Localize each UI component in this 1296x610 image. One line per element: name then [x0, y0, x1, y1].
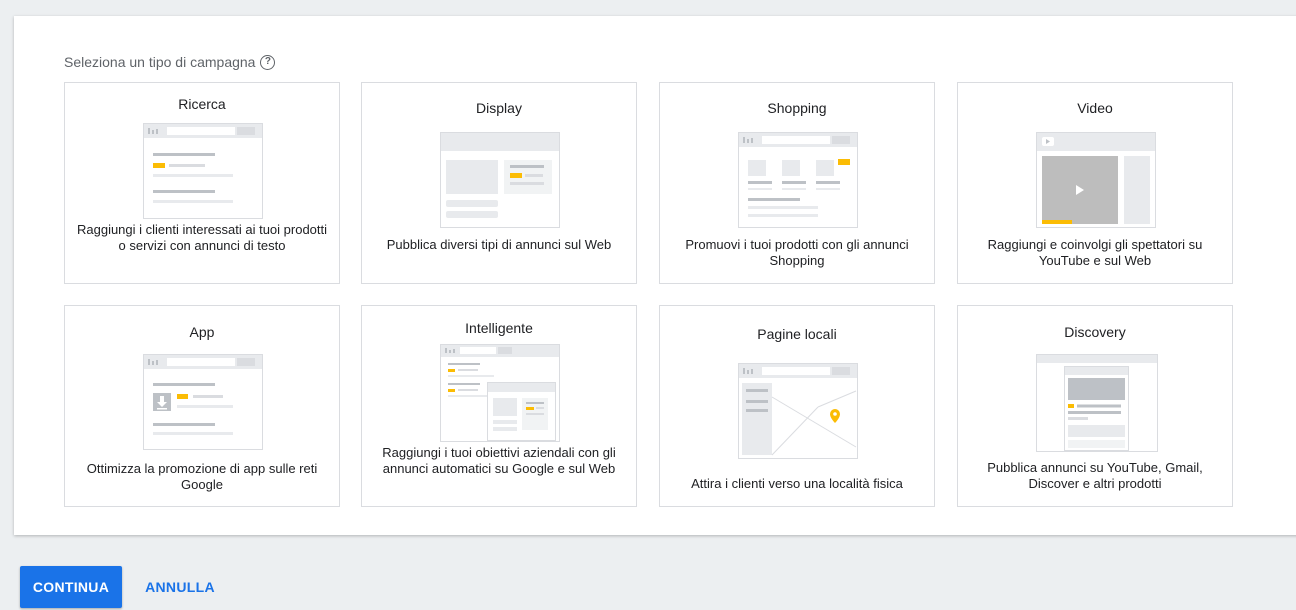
card-description: Promuovi i tuoi prodotti con gli annunci… — [685, 237, 909, 268]
card-title: Ricerca — [178, 96, 226, 112]
card-description: Raggiungi e coinvolgi gli spettatori su … — [987, 237, 1203, 268]
help-circle-icon[interactable]: ? — [260, 54, 276, 70]
card-title: Video — [1077, 100, 1113, 116]
shopping-preview-icon — [738, 132, 858, 228]
cancel-button[interactable]: ANNULLA — [134, 566, 226, 608]
card-description: Raggiungi i tuoi obiettivi aziendali con… — [382, 445, 616, 476]
display-preview-icon — [440, 132, 560, 228]
card-description: Pubblica diversi tipi di annunci sul Web — [386, 237, 612, 252]
continue-button[interactable]: CONTINUA — [20, 566, 122, 608]
heading-text: Seleziona un tipo di campagna — [64, 54, 256, 70]
campaign-card-pagine-locali[interactable]: Pagine locali Attira i clienti verso una… — [659, 305, 935, 507]
campaign-card-ricerca[interactable]: Ricerca Raggiungi i clienti interessati … — [64, 82, 340, 284]
campaign-card-discovery[interactable]: Discovery Pubblica annunci su YouTube, G… — [957, 305, 1233, 507]
card-title: Display — [476, 100, 522, 116]
app-preview-icon — [143, 354, 263, 450]
card-description: Attira i clienti verso una località fisi… — [691, 476, 903, 491]
campaign-card-intelligente[interactable]: Intelligente Raggiungi i tuoi obiettivi … — [361, 305, 637, 507]
campaign-card-video[interactable]: Video Raggiungi e coinvolgi gli spettato… — [957, 82, 1233, 284]
campaign-card-app[interactable]: App Ottimizza la promozione di app sulle… — [64, 305, 340, 507]
card-description: Raggiungi i clienti interessati ai tuoi … — [76, 222, 328, 253]
card-title: Intelligente — [465, 320, 533, 336]
video-preview-icon — [1036, 132, 1156, 228]
card-description: Pubblica annunci su YouTube, Gmail, Disc… — [987, 460, 1203, 491]
card-description: Ottimizza la promozione di app sulle ret… — [86, 461, 318, 492]
discovery-feed-preview-icon — [1036, 354, 1158, 452]
card-title: App — [189, 324, 215, 340]
smart-preview-icon — [440, 344, 560, 442]
card-title: Shopping — [767, 100, 827, 116]
search-preview-icon — [143, 123, 263, 219]
card-title: Pagine locali — [757, 326, 837, 342]
card-title: Discovery — [1064, 324, 1126, 340]
campaign-card-display[interactable]: Display Pubblica diversi tipi di annunci… — [361, 82, 637, 284]
section-heading: Seleziona un tipo di campagna ? — [64, 54, 276, 70]
campaign-card-shopping[interactable]: Shopping Promuovi i tuoi prodotti con gl… — [659, 82, 935, 284]
local-map-preview-icon — [738, 363, 858, 459]
